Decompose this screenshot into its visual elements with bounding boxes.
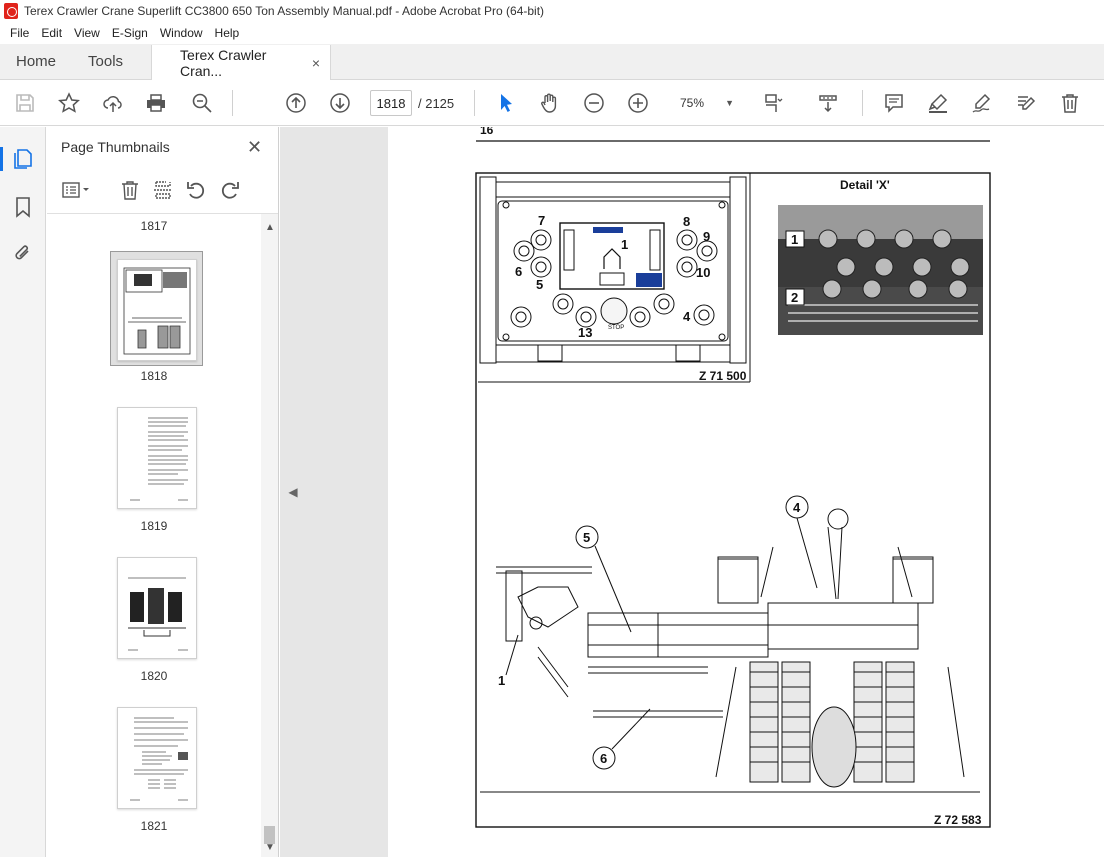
save-icon[interactable] [12,90,38,116]
acrobat-pdf-icon [4,3,18,19]
page-number-input[interactable]: 1818 [370,90,412,116]
page-total: / 2125 [418,96,455,111]
page-number: 16 [480,127,494,137]
callout-label: 5 [583,530,590,545]
thumbnails-panel: Page Thumbnails ✕ 1817 1818 1819 1820 18… [47,127,279,857]
navigation-rail [0,127,46,857]
thumbnail-label: 1819 [140,519,168,533]
select-pointer-icon[interactable] [493,90,519,116]
thumbnail-scrollbar[interactable]: ▲ ▼ [261,214,278,857]
upload-icon[interactable] [100,90,126,116]
tab-bar: Home Tools Terex Crawler Cran... × [0,44,1104,80]
tab-close-icon[interactable]: × [312,55,320,71]
stop-label: STOP [608,325,624,331]
tab-home[interactable]: Home [0,44,72,79]
panel-label: 5 [536,277,543,292]
extract-pages-icon[interactable] [150,177,176,203]
menu-view[interactable]: View [68,26,106,40]
page-down-icon[interactable] [327,90,353,116]
fit-page-icon[interactable] [760,90,786,116]
zoom-out-icon[interactable] [581,90,607,116]
hand-icon[interactable] [537,90,563,116]
pdf-page: 16 1 7 6 5 8 9 10 4 13 STOP Z 71 500 Det… [388,127,1104,857]
panel-label: 13 [578,325,592,340]
panel-label: 10 [696,265,710,280]
close-icon[interactable]: ✕ [247,137,262,158]
bookmark-star-icon[interactable] [56,90,82,116]
delete-icon[interactable] [1057,90,1083,116]
scroll-up-icon[interactable]: ▲ [265,222,275,233]
thumbnail-list: 1817 1818 1819 1820 1821 [47,214,261,857]
menu-help[interactable]: Help [209,26,246,40]
sign-icon[interactable] [969,90,995,116]
thumbnail-label: 1820 [140,669,168,683]
menu-bar: File Edit View E-Sign Window Help [0,22,1104,44]
title-bar: Terex Crawler Crane Superlift CC3800 650… [0,0,1104,22]
chevron-down-icon: ▼ [725,98,734,108]
photo-label: 1 [791,232,798,247]
menu-window[interactable]: Window [154,26,209,40]
panel-label: 1 [621,237,628,252]
thumbnail-page[interactable] [117,707,197,809]
panel-reference: Z 71 500 [699,369,747,383]
tab-tools[interactable]: Tools [72,44,139,79]
panel-label: 4 [683,309,691,324]
thumbnail-label: 1818 [140,369,168,383]
zoom-search-icon[interactable] [189,90,215,116]
attachments-icon[interactable] [11,241,35,265]
detail-title: Detail 'X' [840,178,890,192]
photo-label: 2 [791,290,798,305]
delete-page-icon[interactable] [117,177,143,203]
window-title: Terex Crawler Crane Superlift CC3800 650… [24,4,545,18]
zoom-in-icon[interactable] [625,90,651,116]
thumbnail-page[interactable] [117,259,197,361]
figure-reference: Z 72 583 [934,813,982,827]
callout-label: 4 [793,500,801,515]
edit-icon[interactable] [1013,90,1039,116]
toolbar: 1818 / 2125 75% ▼ [0,80,1104,126]
thumbnail-tools [57,177,267,203]
options-menu-icon[interactable] [59,177,95,203]
panel-label: 8 [683,214,690,229]
comment-icon[interactable] [881,90,907,116]
crane-carbody-drawing [480,508,980,793]
panel-label: 9 [703,229,710,244]
highlight-icon[interactable] [925,90,951,116]
menu-edit[interactable]: Edit [35,26,68,40]
page-thumbnails-icon[interactable] [0,147,35,171]
detail-photo [778,205,983,335]
panel-label: 7 [538,213,545,228]
print-icon[interactable] [143,90,169,116]
zoom-level-value: 75% [680,96,705,110]
rotate-ccw-icon[interactable] [183,177,209,203]
collapse-panel-icon[interactable]: ◀ [286,480,300,504]
thumbnail-page[interactable] [117,407,197,509]
tab-document-label: Terex Crawler Cran... [180,46,267,79]
menu-esign[interactable]: E-Sign [106,26,154,40]
zoom-level-select[interactable]: 75% ▼ [670,90,740,116]
thumbnail-label: 1817 [140,219,168,233]
page-up-icon[interactable] [283,90,309,116]
menu-file[interactable]: File [4,26,35,40]
thumbnail-page[interactable] [117,557,197,659]
rotate-cw-icon[interactable] [217,177,243,203]
panel-title: Page Thumbnails [61,139,170,155]
bookmarks-icon[interactable] [11,195,35,219]
tab-document[interactable]: Terex Crawler Cran... × [151,45,332,80]
scroll-down-icon[interactable]: ▼ [265,842,275,853]
callout-label: 6 [600,751,607,766]
callout-label: 1 [498,673,505,688]
thumbnail-label: 1821 [140,819,168,833]
panel-label: 6 [515,264,522,279]
scroll-mode-icon[interactable] [815,90,841,116]
